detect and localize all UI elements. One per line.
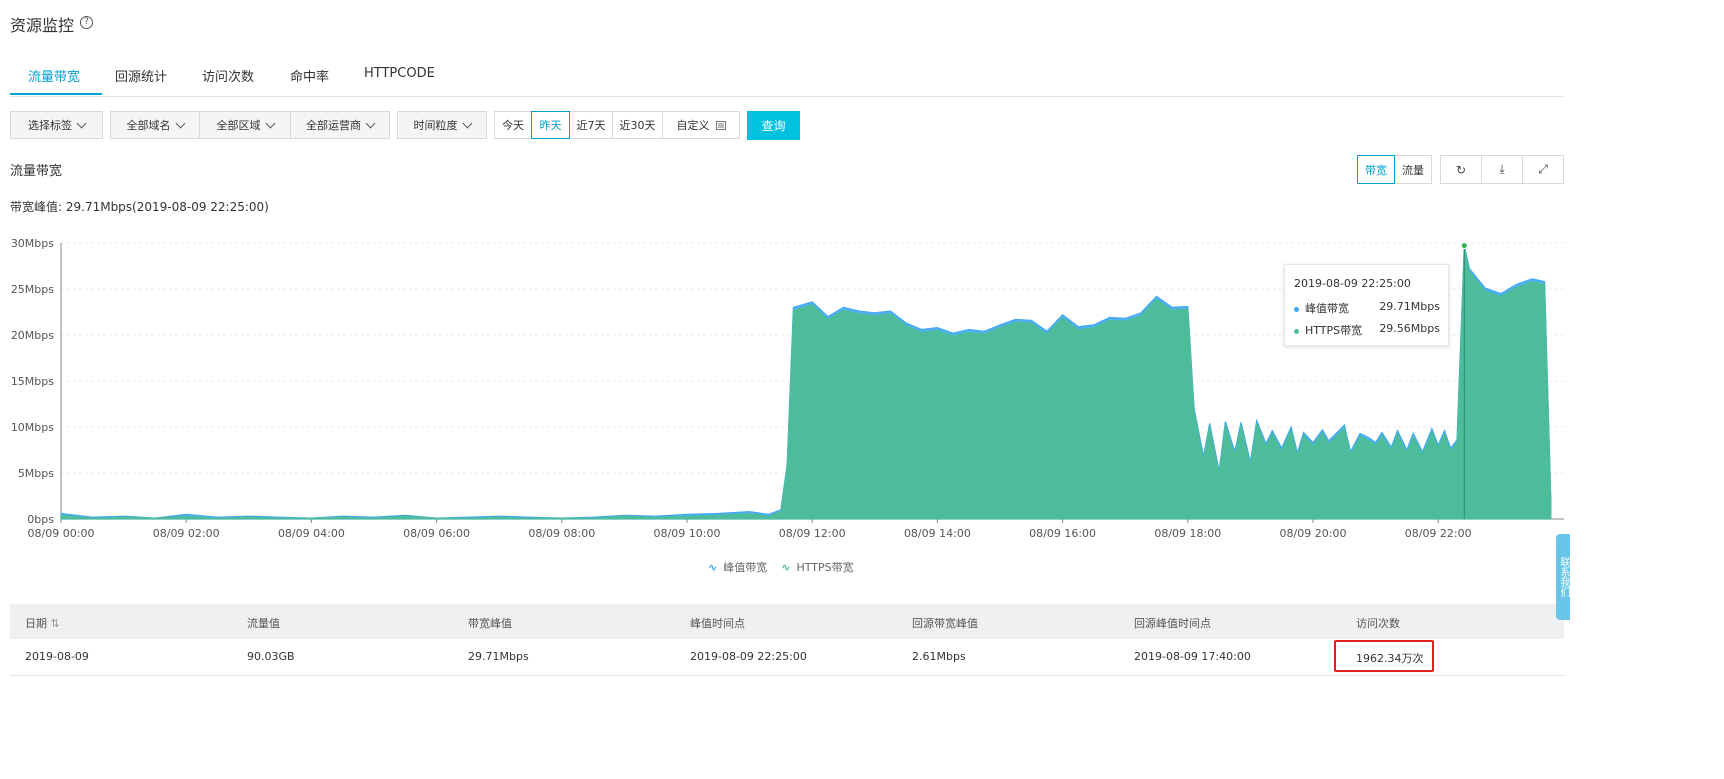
y-tick-label: 20Mbps [11, 329, 54, 342]
table-cell: 90.03GB [247, 650, 295, 663]
expand-icon: ⤢ [1538, 162, 1548, 176]
chevron-down-icon [462, 118, 472, 128]
x-tick-label: 08/09 10:00 [654, 527, 721, 540]
tab-httpcode[interactable]: HTTPCODE [364, 66, 435, 81]
legend-item-peak[interactable]: ∿ 峰值带宽 [708, 559, 767, 575]
column-header-date[interactable]: 日期 ⇅ [25, 615, 60, 631]
highlight-box [1334, 640, 1434, 672]
table-row: 2019-08-09 90.03GB 29.71Mbps 2019-08-09 … [10, 639, 1564, 676]
wave-icon: ∿ [781, 561, 791, 574]
domain-select-label: 全部域名 [126, 119, 171, 132]
series-dot-icon [1294, 328, 1299, 334]
x-tick-label: 08/09 00:00 [28, 527, 95, 540]
x-tick-label: 08/09 18:00 [1154, 527, 1221, 540]
granularity-select[interactable]: 时间粒度 [397, 111, 487, 139]
chevron-down-icon [365, 118, 376, 128]
tooltip-series-value: 29.56Mbps [1379, 322, 1440, 335]
y-tick-label: 25Mbps [11, 283, 54, 296]
peak-bandwidth-summary: 带宽峰值: 29.71Mbps(2019-08-09 22:25:00) [10, 200, 269, 214]
x-tick-label: 08/09 06:00 [403, 527, 470, 540]
calendar-icon [715, 120, 726, 130]
download-icon: ⤓ [1499, 162, 1505, 176]
range-today[interactable]: 今天 [494, 111, 532, 139]
table-cell: 2.61Mbps [912, 650, 966, 663]
query-button[interactable]: 查询 [747, 111, 800, 140]
active-tab-indicator [10, 93, 102, 95]
table-cell: 29.71Mbps [468, 650, 529, 663]
range-30days[interactable]: 近30天 [612, 111, 663, 139]
table-cell: 2019-08-09 22:25:00 [690, 650, 807, 663]
column-header: 峰值时间点 [690, 617, 745, 630]
table-cell: 2019-08-09 [25, 650, 89, 663]
column-header-label: 日期 [25, 617, 47, 630]
table-header: 日期 ⇅ 流量值 带宽峰值 峰值时间点 回源带宽峰值 回源峰值时间点 访问次数 [10, 604, 1564, 639]
range-7days[interactable]: 近7天 [569, 111, 613, 139]
column-header: 回源峰值时间点 [1134, 617, 1211, 630]
tooltip-series-name: 峰值带宽 [1305, 302, 1349, 315]
contact-us-tab[interactable]: 联系我们 [1556, 534, 1570, 620]
chevron-down-icon [76, 118, 87, 128]
x-tick-label: 08/09 16:00 [1029, 527, 1096, 540]
chevron-down-icon [175, 118, 185, 128]
tag-select-label: 选择标签 [28, 119, 72, 132]
tooltip-time: 2019-08-09 22:25:00 [1294, 277, 1411, 290]
x-tick-label: 08/09 08:00 [528, 527, 595, 540]
chart-tooltip: 2019-08-09 22:25:00 峰值带宽 29.71Mbps HTTPS… [1284, 264, 1449, 346]
tab-hit-rate[interactable]: 命中率 [290, 66, 329, 85]
tag-select[interactable]: 选择标签 [10, 111, 103, 139]
domain-select[interactable]: 全部域名 [110, 111, 200, 139]
column-header: 回源带宽峰值 [912, 617, 978, 630]
column-header: 访问次数 [1356, 617, 1400, 630]
toggle-traffic[interactable]: 流量 [1394, 155, 1432, 184]
y-tick-label: 15Mbps [11, 375, 54, 388]
tab-bar: 流量带宽 回源统计 访问次数 命中率 HTTPCODE [10, 56, 1564, 97]
column-header: 带宽峰值 [468, 617, 512, 630]
x-tick-label: 08/09 22:00 [1405, 527, 1472, 540]
wave-icon: ∿ [708, 561, 718, 574]
y-tick-label: 0bps [27, 513, 54, 526]
legend-item-https[interactable]: ∿ HTTPS带宽 [781, 559, 853, 575]
region-select[interactable]: 全部区域 [199, 111, 291, 139]
y-tick-label: 10Mbps [11, 421, 54, 434]
x-tick-label: 08/09 02:00 [153, 527, 220, 540]
toggle-bandwidth[interactable]: 带宽 [1357, 155, 1395, 184]
refresh-button[interactable]: ↻ [1440, 155, 1482, 184]
tooltip-row: HTTPS带宽 29.56Mbps [1294, 322, 1440, 338]
section-title: 流量带宽 [10, 164, 63, 179]
tab-bandwidth[interactable]: 流量带宽 [28, 66, 80, 85]
isp-select-label: 全部运营商 [306, 119, 361, 132]
column-header: 流量值 [247, 617, 280, 630]
help-icon[interactable]: ? [80, 16, 93, 29]
refresh-icon: ↻ [1455, 162, 1467, 177]
legend-label: 峰值带宽 [723, 561, 768, 574]
download-button[interactable]: ⤓ [1481, 155, 1523, 184]
y-tick-label: 5Mbps [18, 467, 54, 480]
tooltip-series-name: HTTPS带宽 [1305, 324, 1363, 337]
range-custom[interactable]: 自定义 [662, 111, 740, 139]
tooltip-row: 峰值带宽 29.71Mbps [1294, 300, 1440, 316]
x-tick-label: 08/09 12:00 [779, 527, 846, 540]
series-dot-icon [1294, 306, 1299, 312]
tooltip-series-value: 29.71Mbps [1379, 300, 1440, 313]
hover-point [1460, 242, 1468, 250]
isp-select[interactable]: 全部运营商 [290, 111, 390, 139]
region-select-label: 全部区域 [216, 119, 261, 132]
range-yesterday[interactable]: 昨天 [531, 111, 570, 139]
chart-legend: ∿ 峰值带宽 ∿ HTTPS带宽 [708, 559, 854, 575]
tab-visits[interactable]: 访问次数 [202, 66, 254, 85]
x-tick-label: 08/09 14:00 [904, 527, 971, 540]
x-tick-label: 08/09 04:00 [278, 527, 345, 540]
granularity-select-label: 时间粒度 [413, 119, 458, 132]
fullscreen-button[interactable]: ⤢ [1522, 155, 1564, 184]
y-tick-label: 30Mbps [11, 237, 54, 250]
legend-label: HTTPS带宽 [796, 561, 854, 574]
page-title: 资源监控 [10, 16, 75, 35]
chevron-down-icon [265, 118, 275, 128]
tab-origin-stats[interactable]: 回源统计 [115, 66, 167, 85]
sort-icon[interactable]: ⇅ [51, 617, 60, 630]
x-tick-label: 08/09 20:00 [1280, 527, 1347, 540]
range-custom-label: 自定义 [676, 119, 710, 132]
table-cell: 2019-08-09 17:40:00 [1134, 650, 1251, 663]
